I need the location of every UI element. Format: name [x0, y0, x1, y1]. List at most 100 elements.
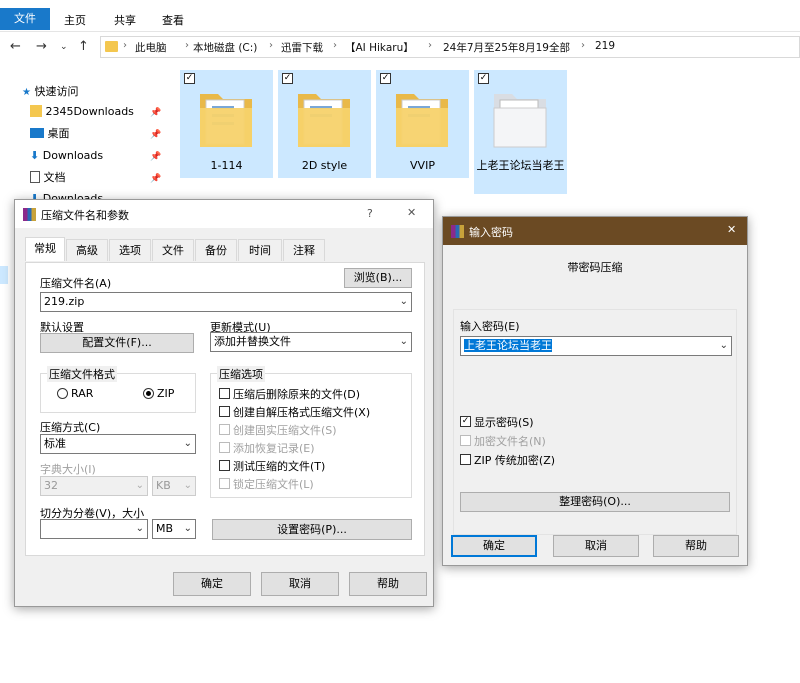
password-dialog: 输入密码 ✕ 带密码压缩 输入密码(E) 上老王论坛当老王 ⌄ ✓ 显示密码(S… — [442, 216, 748, 566]
breadcrumb-separator-icon: › — [581, 40, 585, 51]
option-label: 锁定压缩文件(L) — [233, 478, 314, 491]
ok-button[interactable]: 确定 — [451, 535, 537, 557]
folder-icon — [105, 41, 118, 52]
chevron-down-icon[interactable]: ⌄ — [720, 337, 728, 355]
selection-checkbox[interactable]: ✓ — [184, 73, 195, 84]
help-icon[interactable]: ? — [367, 207, 373, 220]
option-label: 添加恢复记录(E) — [233, 442, 315, 455]
close-icon[interactable]: ✕ — [727, 223, 736, 236]
format-rar-label: RAR — [71, 387, 94, 400]
up-arrow-icon[interactable]: ↑ — [78, 39, 89, 54]
browse-button[interactable]: 浏览(B)... — [344, 268, 412, 288]
selection-checkbox[interactable]: ✓ — [380, 73, 391, 84]
archive-name-label: 压缩文件名(A) — [40, 277, 112, 290]
ok-button[interactable]: 确定 — [173, 572, 251, 596]
option-label: 压缩后删除原来的文件(D) — [233, 388, 361, 401]
format-zip-label: ZIP — [157, 387, 175, 400]
folder-label: 1-114 — [210, 159, 243, 172]
format-group: 压缩文件格式 RAR ZIP — [40, 366, 196, 413]
chevron-down-icon[interactable]: ⌄ — [400, 293, 408, 311]
folder-tile[interactable]: ✓ VVIP — [376, 70, 469, 178]
breadcrumb-item[interactable]: 219 — [595, 40, 615, 52]
forward-arrow-icon[interactable]: → — [36, 39, 47, 54]
nav-item-2345downloads[interactable]: 2345Downloads — [30, 102, 134, 122]
chevron-down-icon[interactable]: ⌄ — [136, 520, 144, 538]
breadcrumb-separator-icon: › — [428, 40, 432, 51]
folder-tile[interactable]: ✓ 1-114 — [180, 70, 273, 178]
tab-view[interactable]: 查看 — [156, 10, 190, 32]
address-bar[interactable]: › 此电脑 › 本地磁盘 (C:) › 迅雷下载 › 【AI Hikaru】 ›… — [100, 36, 800, 58]
options-group: 压缩选项 压缩后删除原来的文件(D) 创建自解压格式压缩文件(X) 创建固实压缩… — [210, 366, 412, 498]
archive-name-input[interactable]: 219.zip ⌄ — [40, 292, 412, 312]
breadcrumb-item[interactable]: 本地磁盘 (C:) — [193, 40, 257, 55]
method-select[interactable]: 标准 ⌄ — [40, 434, 196, 454]
selection-checkbox[interactable]: ✓ — [282, 73, 293, 84]
pin-icon[interactable]: 📌 — [150, 130, 161, 140]
breadcrumb-item[interactable]: 迅雷下载 — [281, 40, 323, 55]
folder-icon — [493, 94, 547, 148]
method-value: 标准 — [44, 437, 66, 450]
folder-icon — [298, 94, 350, 147]
chevron-down-icon: ⌄ — [183, 438, 192, 449]
nav-item-quick-access[interactable]: ★ 快速访问 — [22, 82, 78, 102]
delete-after-checkbox[interactable] — [219, 388, 230, 399]
split-volume-input[interactable]: ⌄ — [40, 519, 148, 539]
profiles-button[interactable]: 配置文件(F)... — [40, 333, 194, 353]
encrypt-filenames-label: 加密文件名(N) — [474, 435, 546, 448]
breadcrumb-item[interactable]: 此电脑 — [135, 40, 167, 55]
create-sfx-checkbox[interactable] — [219, 406, 230, 417]
option-label: 创建自解压格式压缩文件(X) — [233, 406, 371, 419]
solid-archive-checkbox — [219, 424, 230, 435]
download-arrow-icon: ⬇ — [30, 149, 40, 162]
help-button[interactable]: 帮助 — [653, 535, 739, 557]
zip-legacy-checkbox[interactable] — [460, 454, 471, 465]
breadcrumb-separator-icon: › — [185, 40, 189, 51]
tab-files[interactable]: 文件 — [152, 239, 194, 261]
tab-time[interactable]: 时间 — [238, 239, 282, 261]
tab-comment[interactable]: 注释 — [283, 239, 325, 261]
pin-icon[interactable]: 📌 — [150, 152, 161, 162]
tab-options[interactable]: 选项 — [109, 239, 151, 261]
cancel-button[interactable]: 取消 — [553, 535, 639, 557]
tab-advanced[interactable]: 高级 — [66, 239, 108, 261]
nav-item-downloads[interactable]: ⬇ Downloads — [30, 146, 103, 166]
winrar-icon — [23, 208, 36, 221]
cancel-button[interactable]: 取消 — [261, 572, 339, 596]
back-arrow-icon[interactable]: ← — [10, 39, 21, 54]
update-mode-select[interactable]: 添加并替换文件 ⌄ — [210, 332, 412, 352]
chevron-down-icon: ⌄ — [399, 336, 408, 347]
format-group-title: 压缩文件格式 — [47, 366, 117, 382]
nav-item-label: 桌面 — [47, 127, 70, 140]
breadcrumb-item[interactable]: 【AI Hikaru】 — [345, 40, 414, 55]
tab-home[interactable]: 主页 — [58, 10, 92, 32]
password-dialog-header: 带密码压缩 — [567, 261, 623, 274]
set-password-button[interactable]: 设置密码(P)... — [212, 519, 412, 540]
selection-checkbox[interactable]: ✓ — [478, 73, 489, 84]
archive-settings-dialog: 压缩文件名和参数 ? ✕ 常规 高级 选项 文件 备份 时间 注释 压缩文件名(… — [14, 199, 434, 607]
split-unit-select[interactable]: MB ⌄ — [152, 519, 196, 539]
format-rar-radio[interactable] — [57, 388, 68, 399]
encrypt-filenames-checkbox — [460, 435, 471, 446]
pin-icon[interactable]: 📌 — [150, 108, 161, 118]
tab-general[interactable]: 常规 — [25, 237, 65, 261]
password-input[interactable]: 上老王论坛当老王 ⌄ — [460, 336, 732, 356]
pin-icon[interactable]: 📌 — [150, 174, 161, 184]
show-password-checkbox[interactable]: ✓ — [460, 416, 471, 427]
password-dialog-title: 输入密码 — [469, 226, 513, 239]
tab-file[interactable]: 文件 — [0, 8, 50, 30]
nav-item-desktop[interactable]: 桌面 — [30, 124, 70, 144]
test-files-checkbox[interactable] — [219, 460, 230, 471]
chevron-down-icon: ⌄ — [135, 480, 144, 491]
tab-share[interactable]: 共享 — [108, 10, 142, 32]
organize-passwords-button[interactable]: 整理密码(O)... — [460, 492, 730, 512]
breadcrumb-item[interactable]: 24年7月至25年8月19全部 — [443, 40, 570, 55]
format-zip-radio[interactable] — [143, 388, 154, 399]
close-icon[interactable]: ✕ — [407, 206, 416, 219]
tab-backup[interactable]: 备份 — [195, 239, 237, 261]
nav-item-documents[interactable]: 文档 — [30, 168, 66, 188]
dictionary-value: 32 — [44, 479, 58, 492]
help-button[interactable]: 帮助 — [349, 572, 427, 596]
folder-tile[interactable]: ✓ 2D style — [278, 70, 371, 178]
recent-chevron-icon[interactable]: ⌄ — [60, 42, 68, 52]
folder-tile[interactable]: ✓ 上老王论坛当老王 — [474, 70, 567, 194]
